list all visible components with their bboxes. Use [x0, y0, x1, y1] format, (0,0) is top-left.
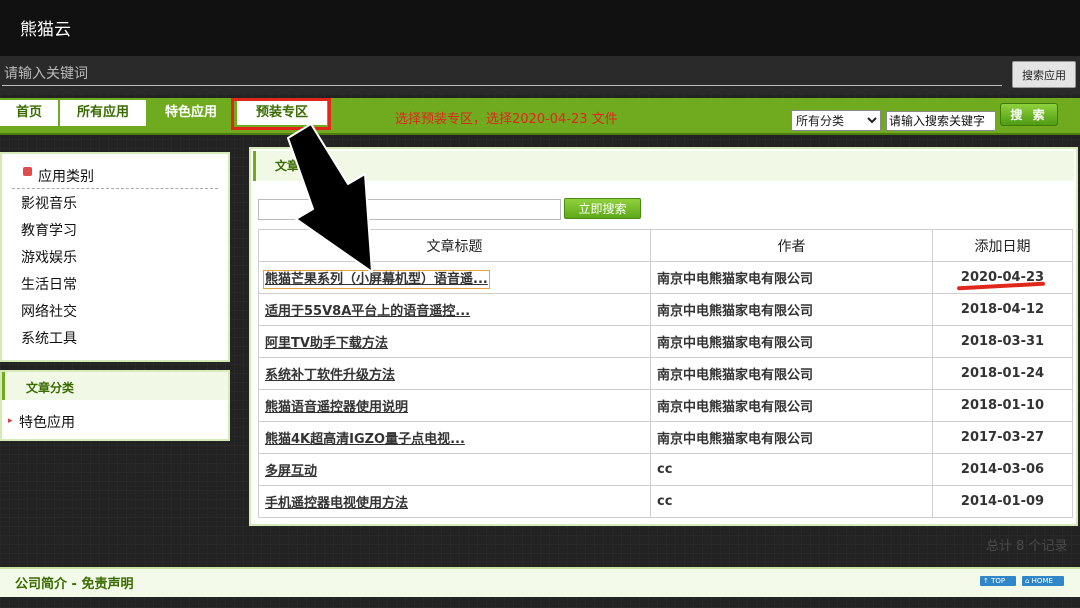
article-date: 2014-03-06	[932, 453, 1073, 486]
article-search-button[interactable]: 立即搜索	[564, 198, 641, 219]
keyword-input[interactable]	[886, 111, 996, 131]
article-author: 南京中电熊猫家电有限公司	[650, 325, 933, 358]
table-row: 适用于55V8A平台上的语音遥控... 南京中电熊猫家电有限公司 2018-04…	[258, 293, 1073, 326]
article-title-link[interactable]: 阿里TV助手下载方法	[258, 325, 651, 358]
category-item-daily-life[interactable]: 生活日常	[21, 274, 77, 294]
article-title-link[interactable]: 熊猫4K超高清IGZO量子点电视...	[258, 421, 651, 454]
article-date: 2018-03-31	[932, 325, 1073, 358]
article-table: 文章标题 作者 添加日期 熊猫芒果系列（小屏幕机型）语音遥... 南京中电熊猫家…	[258, 229, 1073, 518]
article-date: 2020-04-23	[932, 261, 1073, 294]
bullet-icon: ▸	[8, 416, 13, 426]
search-input[interactable]	[2, 62, 1002, 86]
column-header-title: 文章标题	[258, 229, 651, 262]
article-author: 南京中电熊猫家电有限公司	[650, 357, 933, 390]
tab-all-apps[interactable]: 所有应用	[60, 100, 146, 126]
article-author: 南京中电熊猫家电有限公司	[650, 293, 933, 326]
article-date: 2017-03-27	[932, 421, 1073, 454]
table-row: 手机遥控器电视使用方法 cc 2014-01-09	[258, 485, 1073, 518]
article-title-link[interactable]: 手机遥控器电视使用方法	[258, 485, 651, 518]
total-records: 总计 8 个记录	[986, 539, 1068, 554]
category-divider	[12, 188, 218, 189]
tab-featured-apps[interactable]: 特色应用	[150, 100, 232, 126]
category-item-video-music[interactable]: 影视音乐	[21, 193, 77, 213]
article-title-link[interactable]: 适用于55V8A平台上的语音遥控...	[258, 293, 651, 326]
article-list-header-bar	[253, 151, 1074, 181]
category-item-education[interactable]: 教育学习	[21, 220, 77, 240]
article-title-link[interactable]: 多屏互动	[258, 453, 651, 486]
back-to-top-button[interactable]: ↑ TOP	[980, 576, 1016, 586]
table-row: 熊猫4K超高清IGZO量子点电视... 南京中电熊猫家电有限公司 2017-03…	[258, 421, 1073, 454]
article-author: 南京中电熊猫家电有限公司	[650, 389, 933, 422]
home-button[interactable]: ⌂ HOME	[1022, 576, 1064, 586]
table-row: 熊猫语音遥控器使用说明 南京中电熊猫家电有限公司 2018-01-10	[258, 389, 1073, 422]
article-author: cc	[650, 453, 933, 486]
article-date: 2018-01-24	[932, 357, 1073, 390]
table-row: 系统补丁软件升级方法 南京中电熊猫家电有限公司 2018-01-24	[258, 357, 1073, 390]
article-title-link[interactable]: 系统补丁软件升级方法	[258, 357, 651, 390]
article-title-text[interactable]: 熊猫芒果系列（小屏幕机型）语音遥...	[263, 270, 490, 289]
category-select[interactable]: 所有分类	[791, 110, 881, 131]
category-item-social[interactable]: 网络社交	[21, 301, 77, 321]
tab-home[interactable]: 首页	[0, 100, 58, 126]
article-category-item-featured[interactable]: 特色应用	[19, 412, 75, 432]
annotation-highlight-box	[231, 98, 331, 130]
app-category-header: 应用类别	[38, 169, 94, 185]
category-item-games[interactable]: 游戏娱乐	[21, 247, 77, 267]
article-list-header: 文章列	[275, 159, 312, 173]
article-date: 2018-01-10	[932, 389, 1073, 422]
table-row: 多屏互动 cc 2014-03-06	[258, 453, 1073, 486]
category-item-system-tools[interactable]: 系统工具	[21, 328, 77, 348]
article-title-link[interactable]: 熊猫语音遥控器使用说明	[258, 389, 651, 422]
article-title-link[interactable]: 熊猫芒果系列（小屏幕机型）语音遥...	[258, 261, 651, 294]
article-date: 2018-04-12	[932, 293, 1073, 326]
search-app-button[interactable]: 搜索应用	[1012, 61, 1076, 88]
article-author: 南京中电熊猫家电有限公司	[650, 421, 933, 454]
table-header-row: 文章标题 作者 添加日期	[258, 229, 1073, 262]
article-author: cc	[650, 485, 933, 518]
article-search-input[interactable]	[258, 199, 561, 220]
annotation-text: 选择预装专区，选择2020-04-23 文件	[395, 112, 618, 127]
table-row: 熊猫芒果系列（小屏幕机型）语音遥... 南京中电熊猫家电有限公司 2020-04…	[258, 261, 1073, 294]
top-bar	[0, 0, 1080, 56]
article-author: 南京中电熊猫家电有限公司	[650, 261, 933, 294]
category-icon	[23, 167, 32, 176]
search-button[interactable]: 搜 索	[1000, 103, 1058, 126]
article-category-header: 文章分类	[26, 381, 75, 395]
article-date: 2014-01-09	[932, 485, 1073, 518]
footer-bar	[0, 567, 1080, 597]
column-header-author: 作者	[650, 229, 933, 262]
app-title: 熊猫云	[20, 20, 71, 40]
column-header-date: 添加日期	[932, 229, 1073, 262]
table-row: 阿里TV助手下载方法 南京中电熊猫家电有限公司 2018-03-31	[258, 325, 1073, 358]
footer-links[interactable]: 公司简介 - 免责声明	[15, 573, 133, 592]
